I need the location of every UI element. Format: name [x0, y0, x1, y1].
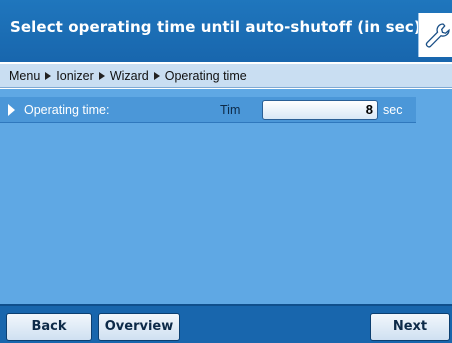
breadcrumb-item-operating-time: Operating time	[164, 69, 247, 83]
wrench-icon	[425, 23, 450, 48]
title-bar: Select operating time until auto-shutoff…	[0, 0, 452, 62]
unit-label: sec	[383, 103, 403, 117]
page-title: Select operating time until auto-shutoff…	[10, 18, 427, 36]
operating-time-input[interactable]: 8	[262, 100, 378, 120]
settings-button[interactable]	[418, 13, 452, 57]
breadcrumb-item-menu: Menu	[9, 69, 41, 83]
operating-time-label: Operating time:	[24, 103, 110, 117]
selection-arrow-icon	[8, 104, 15, 116]
back-button[interactable]: Back	[6, 313, 92, 341]
main-content: Operating time: Tim 8 sec	[0, 89, 452, 304]
breadcrumb-item-ionizer: Ionizer	[56, 69, 94, 83]
field-name-label: Tim	[220, 103, 241, 117]
breadcrumb-arrow-icon	[45, 72, 52, 80]
breadcrumb-arrow-icon	[153, 72, 160, 80]
operating-time-row[interactable]: Operating time: Tim 8 sec	[0, 97, 416, 123]
footer-bar: Back Overview Next	[0, 304, 452, 343]
breadcrumb-arrow-icon	[98, 72, 105, 80]
overview-button[interactable]: Overview	[98, 313, 180, 341]
next-button[interactable]: Next	[370, 313, 450, 341]
breadcrumb: Menu Ionizer Wizard Operating time	[0, 62, 452, 88]
breadcrumb-item-wizard: Wizard	[109, 69, 149, 83]
